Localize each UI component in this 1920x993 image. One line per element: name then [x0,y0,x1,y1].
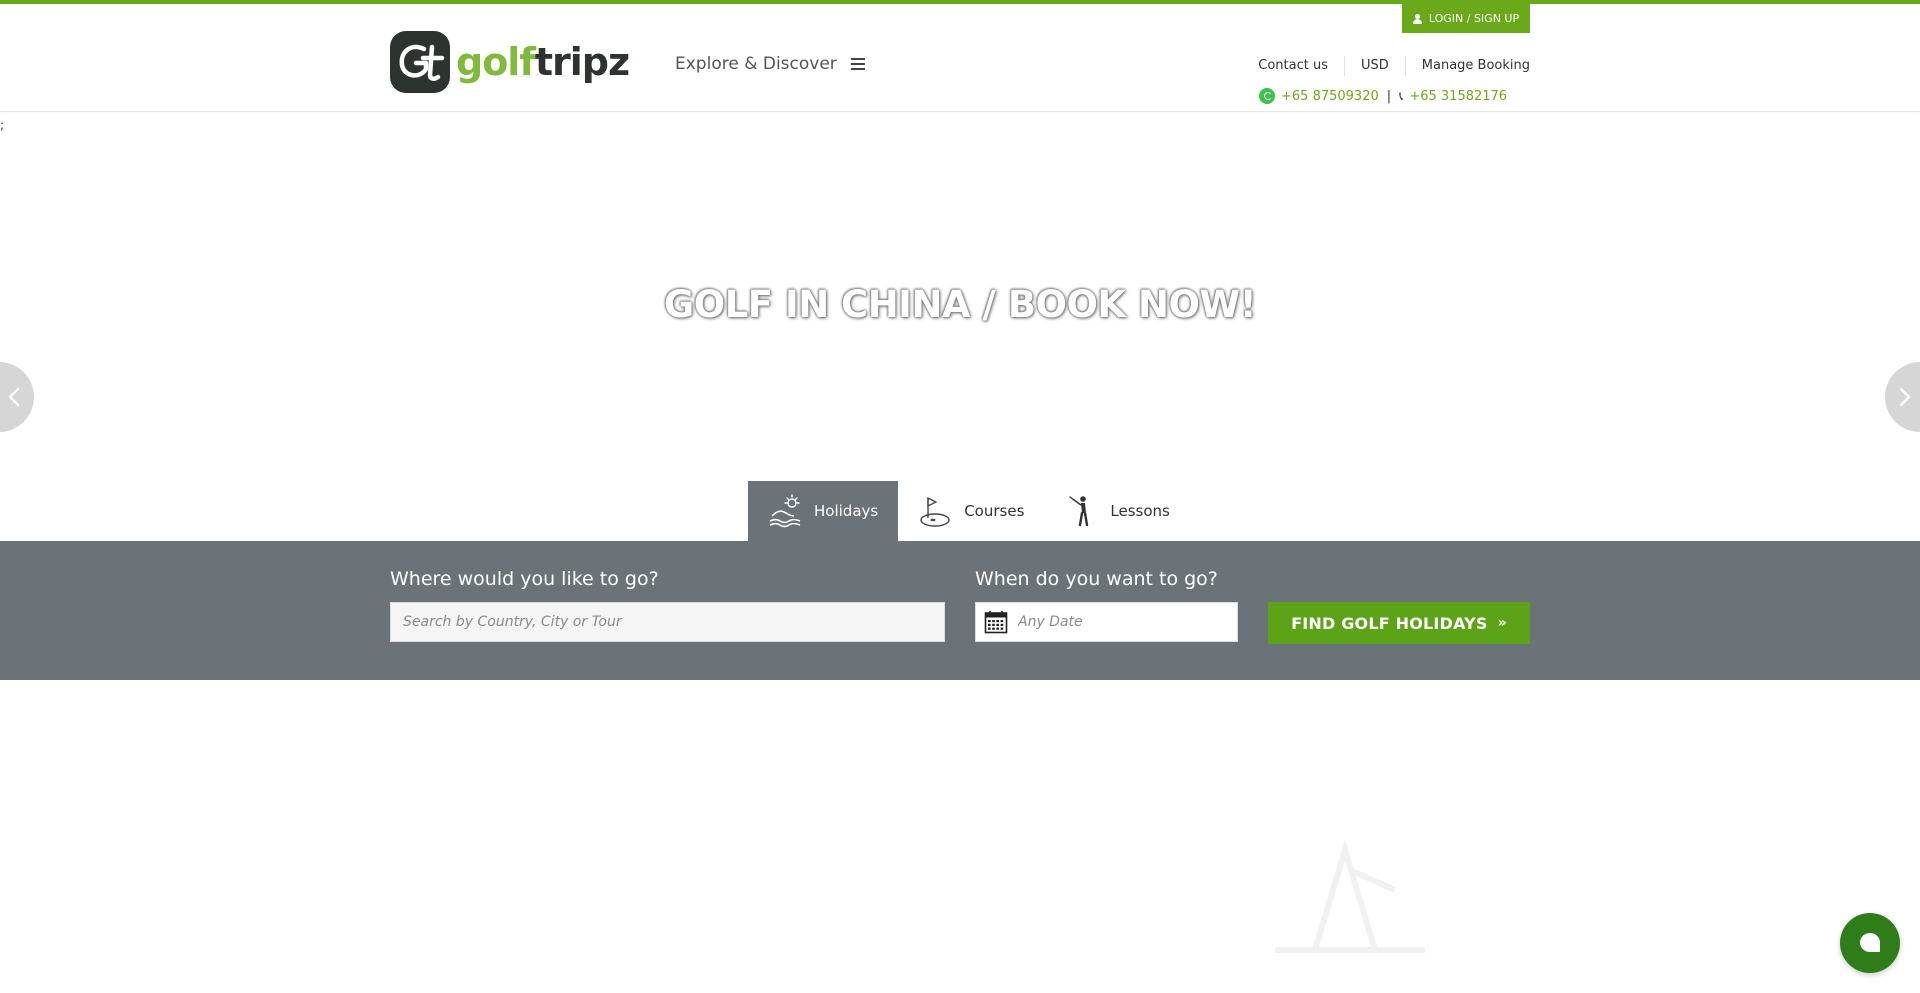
golf-course-icon [920,496,950,527]
contact-phones: +65 87509320 | 📞︎ +65 31582176 [1259,88,1507,104]
hero-title: GOLF IN CHINA / BOOK NOW! [663,283,1257,326]
login-signup-button[interactable]: LOGIN / SIGN UP [1402,4,1530,33]
login-signup-label: LOGIN / SIGN UP [1428,12,1520,25]
calendar-icon [984,611,1008,634]
find-golf-holidays-button[interactable]: FIND GOLF HOLIDAYS » [1268,602,1530,644]
search-panel: Where would you like to go? When do you … [0,541,1920,680]
top-nav: Contact us USD Manage Booking [1258,56,1530,76]
carousel-prev-button[interactable] [0,362,34,432]
find-button-label: FIND GOLF HOLIDAYS [1291,613,1488,633]
date-input[interactable] [1018,614,1218,630]
tab-courses-label: Courses [964,502,1025,520]
logo-wordmark: golftripz [456,40,630,84]
tab-lessons[interactable]: Lessons [1044,481,1189,541]
nav-manage-booking[interactable]: Manage Booking [1406,56,1530,76]
search-tabs: Holidays Courses Lessons [748,481,1190,541]
date-field[interactable] [975,602,1238,642]
logo-mark [390,31,450,93]
explore-menu[interactable]: Explore & Discover [675,54,865,74]
site-logo[interactable]: golftripz [390,30,630,94]
nav-currency-usd[interactable]: USD [1345,56,1406,76]
tab-holidays[interactable]: Holidays [748,481,899,541]
carousel-next-button[interactable] [1885,362,1920,432]
holiday-icon [769,494,801,528]
hamburger-menu-icon[interactable] [850,58,865,70]
faded-decorative-graphic [1275,839,1425,953]
double-chevron-right-icon: » [1497,615,1507,631]
nav-contact-us[interactable]: Contact us [1258,56,1345,76]
destination-search-input[interactable] [390,602,945,642]
user-icon [1412,13,1422,24]
tab-courses[interactable]: Courses [898,481,1044,541]
chevron-right-icon [1899,387,1911,407]
site-header: golftripz Explore & Discover Contact us … [0,4,1920,112]
chevron-left-icon [8,387,20,407]
tab-holidays-label: Holidays [814,502,879,520]
phone-icon: 📞︎ [1399,88,1404,103]
when-label: When do you want to go? [975,568,1218,590]
chat-bubble-icon [1860,933,1880,952]
stray-text: ; [0,118,5,132]
phone-number-link[interactable]: +65 31582176 [1409,89,1507,104]
explore-label: Explore & Discover [675,54,837,74]
where-label: Where would you like to go? [390,568,659,590]
tab-lessons-label: Lessons [1110,502,1170,520]
phone-separator: | [1386,88,1392,104]
whatsapp-number-link[interactable]: +65 87509320 [1281,89,1379,104]
golfer-icon [1069,496,1089,527]
chat-widget-button[interactable] [1840,913,1900,973]
whatsapp-icon [1259,88,1275,104]
